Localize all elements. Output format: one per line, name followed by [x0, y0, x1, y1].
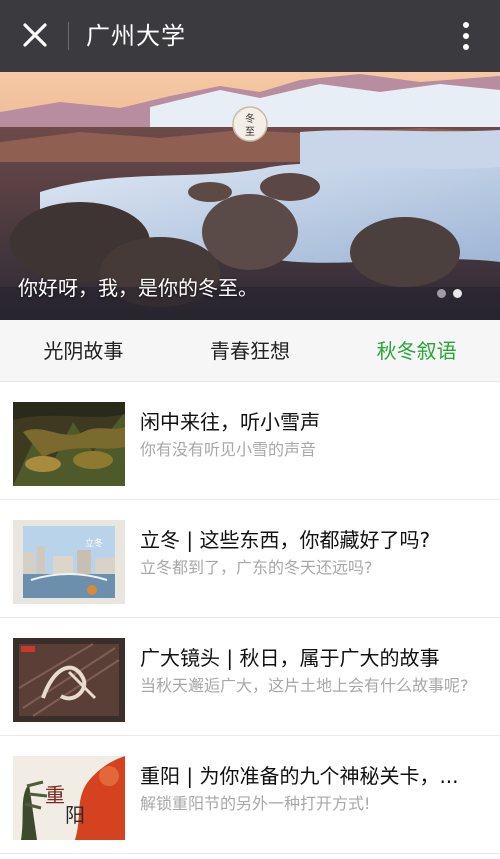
svg-text:阳: 阳	[65, 803, 85, 827]
close-icon[interactable]	[18, 18, 52, 52]
article-title: 闲中来往，听小雪声	[140, 410, 320, 434]
top-navigation-bar: 广州大学	[0, 0, 500, 72]
article-description: 立冬都到了，广东的冬天还远吗?	[140, 558, 373, 577]
article-description: 当秋天邂逅广大，这片土地上会有什么故事呢?	[140, 676, 469, 695]
article-thumbnail: 重 阳	[13, 756, 125, 840]
article-title: 立冬 | 这些东西，你都藏好了吗?	[140, 528, 431, 552]
banner-badge-text: 冬	[245, 112, 255, 125]
carousel-indicator	[437, 289, 462, 298]
carousel-dot[interactable]	[437, 289, 446, 298]
banner-carousel[interactable]: 冬 至 你好呀，我，是你的冬至。	[0, 72, 500, 320]
list-item[interactable]: 重 阳 重阳 | 为你准备的九个神秘关卡，... 解锁重阳节的另外一种打开方式!	[0, 736, 500, 854]
article-thumbnail	[13, 402, 125, 486]
carousel-dot-active[interactable]	[453, 289, 462, 298]
page-title: 广州大学	[86, 22, 186, 50]
list-item[interactable]: 闲中来往，听小雪声 你有没有听见小雪的声音	[0, 382, 500, 500]
category-tabs: 光阴故事 青春狂想 秋冬叙语	[0, 320, 500, 382]
article-list: 闲中来往，听小雪声 你有没有听见小雪的声音 立冬 立冬 | 这些东西，你都藏好了…	[0, 382, 500, 854]
article-thumbnail: 立冬	[13, 520, 125, 604]
list-item[interactable]: 广大镜头 | 秋日，属于广大的故事 当秋天邂逅广大，这片土地上会有什么故事呢?	[0, 618, 500, 736]
article-title: 广大镜头 | 秋日，属于广大的故事	[140, 646, 440, 670]
topbar-divider	[68, 22, 69, 50]
tab-qingchun-kuangxiang[interactable]: 青春狂想	[167, 320, 334, 381]
more-options-icon[interactable]	[456, 18, 476, 54]
article-title: 重阳 | 为你准备的九个神秘关卡，...	[140, 764, 459, 788]
article-description: 你有没有听见小雪的声音	[140, 440, 317, 459]
svg-text:至: 至	[245, 126, 255, 138]
banner-caption: 你好呀，我，是你的冬至。	[18, 276, 258, 300]
svg-text:立冬: 立冬	[85, 537, 103, 549]
tab-qiudong-xuyu[interactable]: 秋冬叙语	[333, 320, 500, 381]
svg-text:重: 重	[45, 783, 65, 807]
tab-guangyin-gushi[interactable]: 光阴故事	[0, 320, 167, 381]
list-item[interactable]: 立冬 立冬 | 这些东西，你都藏好了吗? 立冬都到了，广东的冬天还远吗?	[0, 500, 500, 618]
article-thumbnail	[13, 638, 125, 722]
article-description: 解锁重阳节的另外一种打开方式!	[140, 794, 371, 813]
